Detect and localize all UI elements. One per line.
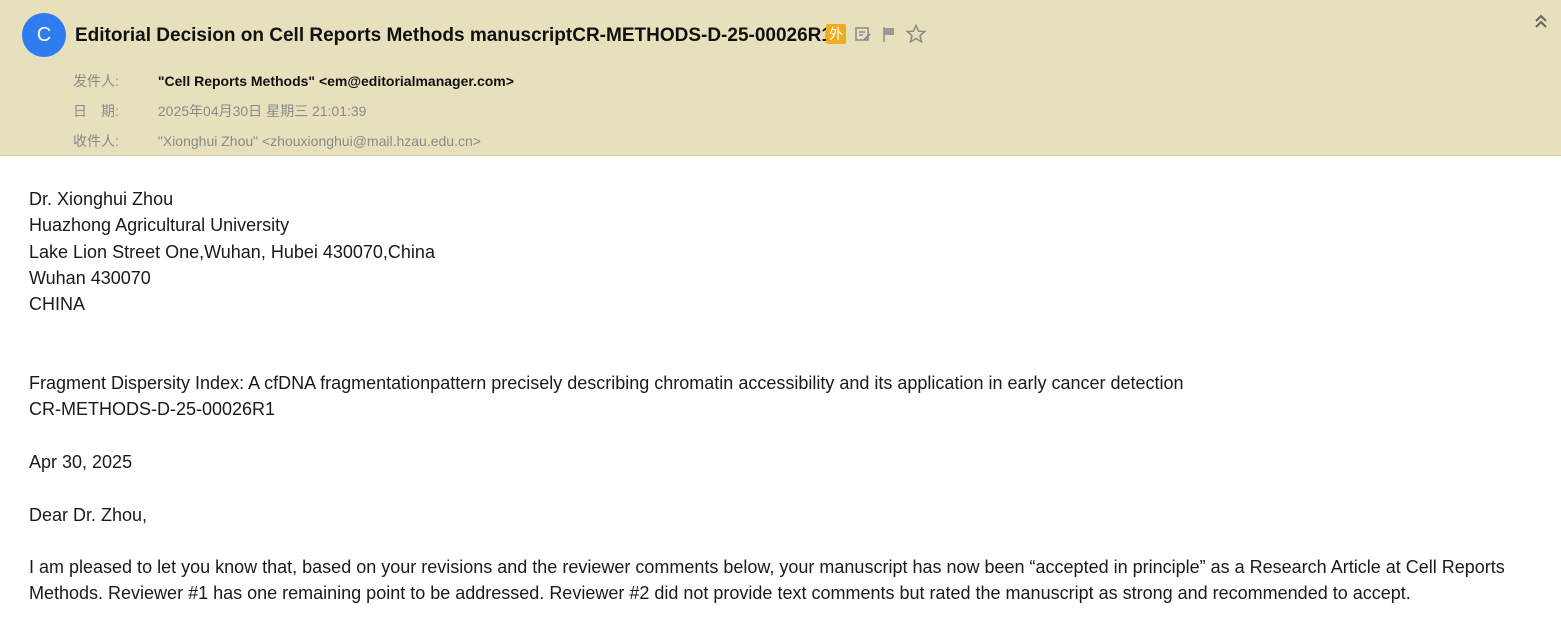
letter-date: Apr 30, 2025 (29, 451, 133, 472)
to-row: 收件人: "Xionghui Zhou" <zhouxionghui@mail.… (73, 131, 481, 151)
subject-icons: 外 (826, 24, 926, 44)
greeting: Dear Dr. Zhou, (29, 504, 148, 525)
date-label: 日 期: (73, 103, 119, 119)
edit-icon[interactable] (854, 25, 872, 43)
to-value[interactable]: "Xionghui Zhou" <zhouxionghui@mail.hzau.… (158, 133, 481, 149)
from-row: 发件人: "Cell Reports Methods" <em@editoria… (73, 71, 514, 91)
date-value: 2025年04月30日 星期三 21:01:39 (157, 103, 367, 119)
address-line: CHINA (29, 294, 86, 315)
manuscript-id: CR-METHODS-D-25-00026R1 (29, 399, 276, 420)
external-badge-icon: 外 (826, 24, 846, 44)
manuscript-title: Fragment Dispersity Index: A cfDNA fragm… (29, 373, 1184, 394)
collapse-icon[interactable] (1533, 12, 1549, 30)
address-line: Wuhan 430070 (29, 267, 151, 288)
to-label: 收件人: (73, 133, 119, 149)
star-icon[interactable] (906, 24, 926, 44)
body-paragraph: I am pleased to let you know that, based… (29, 557, 1505, 604)
mail-subject: Editorial Decision on Cell Reports Metho… (75, 25, 832, 46)
mail-body: Dr. Xionghui Zhou Huazhong Agricultural … (29, 186, 1544, 607)
mail-header: C Editorial Decision on Cell Reports Met… (0, 0, 1561, 156)
from-value[interactable]: "Cell Reports Methods" <em@editorialmana… (158, 73, 514, 89)
address-line: Lake Lion Street One,Wuhan, Hubei 430070… (29, 241, 435, 262)
address-line: Huazhong Agricultural University (29, 215, 290, 236)
address-line: Dr. Xionghui Zhou (29, 189, 174, 209)
flag-icon[interactable] (880, 25, 898, 43)
from-label: 发件人: (73, 73, 119, 89)
sender-avatar[interactable]: C (22, 13, 66, 57)
date-row: 日 期: 2025年04月30日 星期三 21:01:39 (73, 101, 366, 121)
